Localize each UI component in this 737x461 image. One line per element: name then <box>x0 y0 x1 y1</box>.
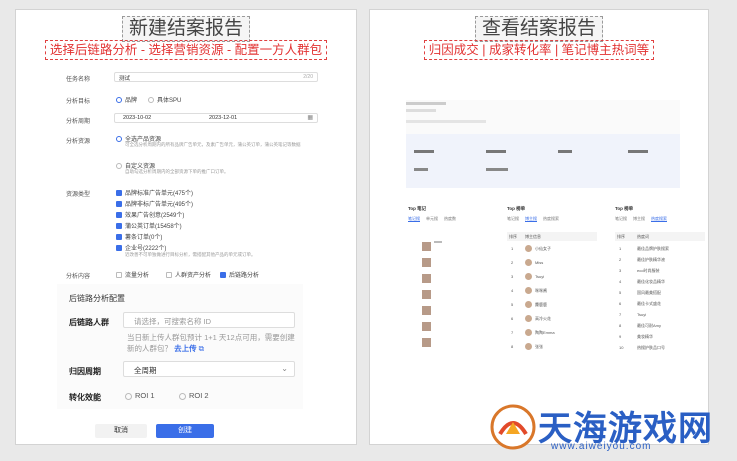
tab3-heat[interactable]: 热度搜索 <box>651 216 667 222</box>
tab2-heat[interactable]: 热度搜索 <box>543 216 559 221</box>
type-check-1[interactable]: 品牌非标广告单元(495个) <box>116 199 193 208</box>
tab-unit-search[interactable]: 单元搜 <box>426 216 438 221</box>
resource-custom-desc: 自助勾选分析周期内的全部资源下单的推广口订单。 <box>125 169 229 174</box>
top-bloggers-card: Top 榜单 笔记搜 博主搜 热度搜索 排序 博主信息 1 小仙女子 2 Miss 3 Ts… <box>507 206 597 356</box>
period-label: 分析周期 <box>66 119 91 125</box>
type-label: 资源类型 <box>66 192 91 198</box>
create-button[interactable]: 创建 <box>156 424 214 438</box>
watermark-url: www.aiweiyou.com <box>551 441 652 452</box>
cancel-button[interactable]: 取消 <box>95 424 147 438</box>
target-brand-radio[interactable]: 品牌 <box>116 95 137 104</box>
right-subtitle: 归因成交 | 成家转化率 | 笔记博主热词等 <box>423 40 655 60</box>
top-notes-title: Top 笔记 <box>408 206 427 211</box>
tab2-note[interactable]: 笔记搜 <box>507 216 519 221</box>
attr-period-select[interactable]: 全周期 ⌄ <box>123 361 295 377</box>
tab3-blogger[interactable]: 博主搜 <box>633 216 645 221</box>
tab2-blogger[interactable]: 博主搜 <box>525 216 537 222</box>
view-report-panel: 查看结案报告 归因成交 | 成家转化率 | 笔记博主热词等 Top 笔记 笔记搜… <box>369 9 709 445</box>
roi2-radio[interactable]: ROI 2 <box>179 391 209 400</box>
tab-note-search[interactable]: 笔记搜 <box>408 216 420 222</box>
watermark-logo-icon <box>490 404 536 450</box>
content-crowd-check[interactable]: 人群资产分析 <box>166 270 211 279</box>
type-check-3[interactable]: 蒲公英订单(15458个) <box>116 221 182 230</box>
roi1-radio[interactable]: ROI 1 <box>125 391 155 400</box>
tab3-note[interactable]: 笔记搜 <box>615 216 627 221</box>
type-note: 近改善不可单独做进行目标分析，需搭配其他产品的单元或订单。 <box>125 252 256 257</box>
calendar-icon: ▦ <box>307 115 313 121</box>
target-label: 分析目标 <box>66 99 91 105</box>
content-traffic-check[interactable]: 流量分析 <box>116 270 149 279</box>
type-check-0[interactable]: 品牌标准广告单元(475个) <box>116 188 193 197</box>
site-watermark: 天海游戏网 www.aiweiyou.com <box>488 398 728 456</box>
eff-label: 转化效能 <box>69 393 101 402</box>
hot-words-card: Top 榜单 笔记搜 博主搜 热度搜索 排序 热度词 1 最佳品牌护肤搜索 2 最佳护肤精… <box>615 206 705 356</box>
hot-words-title: Top 榜单 <box>615 206 634 211</box>
content-postlink-check[interactable]: 后链路分析 <box>220 270 259 279</box>
crowd-label: 后链路人群 <box>69 318 109 327</box>
date-range-picker[interactable]: 2023-10-02 2023-12-01 ▦ <box>114 113 318 123</box>
config-title: 后链路分析配置 <box>69 294 125 303</box>
left-title: 新建结案报告 <box>121 16 250 42</box>
left-subtitle: 选择后链路分析 - 选择营销资源 - 配置一方人群包 <box>44 40 328 60</box>
chevron-down-icon: ⌄ <box>281 364 288 373</box>
upload-link[interactable]: 去上传 <box>174 344 197 353</box>
top-bloggers-title: Top 榜单 <box>507 206 526 211</box>
crowd-select[interactable]: 请选择，可搜索名称 ID <box>123 312 295 328</box>
postlink-config-section: 后链路分析配置 后链路人群 请选择，可搜索名称 ID 当日新上传人群包预计 1+… <box>57 284 303 409</box>
tab-heat[interactable]: 热度数 <box>444 216 456 221</box>
type-check-5[interactable]: 企业号(2222个) <box>116 243 166 252</box>
top-notes-card: Top 笔记 笔记搜 单元搜 热度数 <box>408 206 508 356</box>
resource-all-desc: 可全选分析周期内的所有品牌广告单元，及素广告单元，蒲公英订单，蒲公英笔记等数据 <box>125 142 301 147</box>
crowd-hint: 当日新上传人群包预计 1+1 天12点可用，需要创建新的人群包？ 去上传 ⧉ <box>127 333 295 353</box>
target-spu-radio[interactable]: 具体SPU <box>148 95 181 104</box>
external-link-icon: ⧉ <box>196 344 205 353</box>
task-name-label: 任务名称 <box>66 77 91 83</box>
type-check-4[interactable]: 薯条订单(0个) <box>116 232 162 241</box>
right-title: 查看结案报告 <box>474 16 603 42</box>
task-name-input[interactable]: 测试 2/20 <box>114 72 318 82</box>
content-label: 分析内容 <box>66 274 91 280</box>
attr-label: 归因周期 <box>69 367 101 376</box>
report-overview <box>406 100 680 188</box>
type-check-2[interactable]: 效果广告创意(2549个) <box>116 210 184 219</box>
resource-label: 分析资源 <box>66 139 91 145</box>
